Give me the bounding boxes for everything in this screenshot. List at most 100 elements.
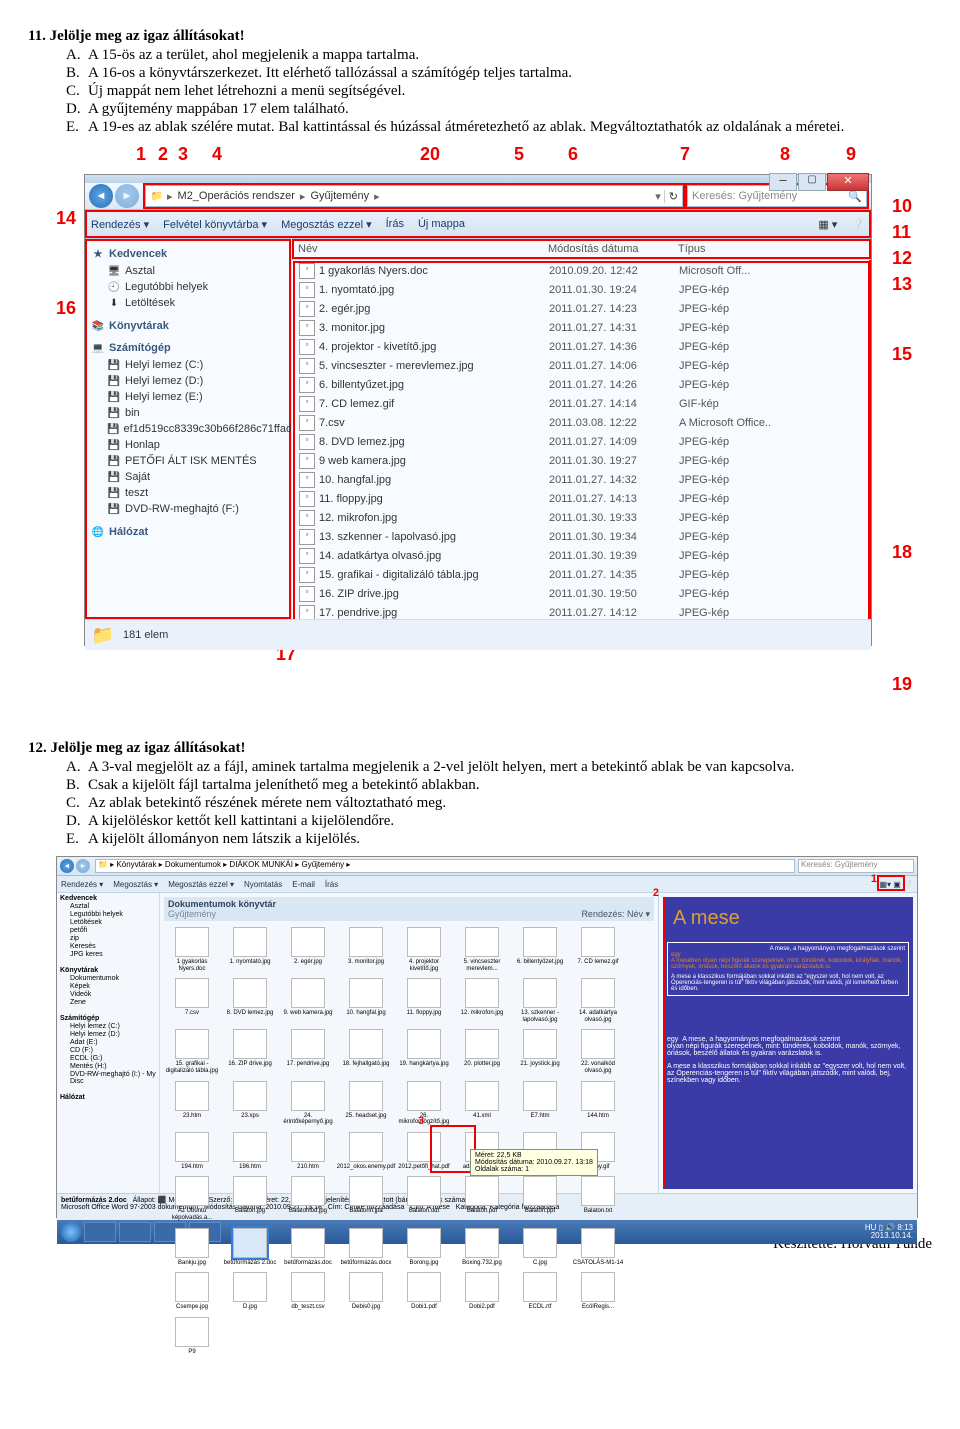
side-item[interactable]: Letöltések xyxy=(60,919,156,927)
file-icon[interactable]: D.jpg xyxy=(222,1272,278,1311)
side-item[interactable]: Képek xyxy=(60,983,156,991)
side-item[interactable]: Kedvencek xyxy=(60,895,156,903)
file-icon[interactable]: 14. adatkártya olvasó.jpg xyxy=(570,978,626,1023)
file-icon[interactable]: CSATOLÁS-M1-14 xyxy=(570,1228,626,1267)
back-button[interactable]: ◄ xyxy=(89,184,113,208)
side-item[interactable]: 💾ef1d519cc8339c30b66f286c71ffadd4 xyxy=(91,421,285,437)
column-headers[interactable]: Név Módosítás dátuma Típus xyxy=(292,239,871,260)
file-icon[interactable]: Boxing.732.jpg xyxy=(454,1228,510,1267)
file-icon[interactable]: Borong.jpg xyxy=(396,1228,452,1267)
cmd-burn[interactable]: Írás xyxy=(386,218,404,230)
file-icon[interactable]: E7.htm xyxy=(512,1081,568,1126)
side-desktop[interactable]: 🖥Asztal xyxy=(91,263,285,279)
address-bar[interactable]: 📁 ▸ M2_Operációs rendszer▸ Gyűjtemény▸ ▾… xyxy=(145,185,683,207)
file-icon[interactable]: 16. ZIP drive.jpg xyxy=(222,1029,278,1074)
file-icon[interactable]: 13. szkenner - lapolvasó.jpg xyxy=(512,978,568,1023)
back-button[interactable]: ◄ xyxy=(60,859,74,873)
file-icon[interactable]: 196.htm xyxy=(222,1132,278,1171)
side-item[interactable]: zip xyxy=(60,935,156,943)
file-icon[interactable]: Bankju.jpg xyxy=(164,1228,220,1267)
side-item[interactable]: 💾Helyi lemez (C:) xyxy=(91,357,285,373)
file-icon[interactable]: 194.htm xyxy=(164,1132,220,1171)
file-row[interactable]: ▫16. ZIP drive.jpg2011.01.30. 19:50JPEG-… xyxy=(293,584,870,603)
file-icon[interactable]: 9. web kamera.jpg xyxy=(280,978,336,1023)
file-row[interactable]: ▫3. monitor.jpg2011.01.27. 14:31JPEG-kép xyxy=(293,318,870,337)
file-icon[interactable]: Balaton.pdf xyxy=(454,1176,510,1221)
file-icon[interactable]: 5. vincseszter merevlem... xyxy=(454,927,510,972)
file-icon[interactable]: Balaton.txt xyxy=(570,1176,626,1221)
forward-button[interactable]: ► xyxy=(115,184,139,208)
side-item[interactable]: Videók xyxy=(60,991,156,999)
file-row[interactable]: ▫14. adatkártya olvasó.jpg2011.01.30. 19… xyxy=(293,546,870,565)
file-icon[interactable]: 15. grafikai - digitalizáló tábla.jpg xyxy=(164,1029,220,1074)
file-icon[interactable]: 2. egér.jpg xyxy=(280,927,336,972)
file-icon[interactable]: 22. vonalkód olvasó.jpg xyxy=(570,1029,626,1074)
file-icon[interactable]: Csempe.jpg xyxy=(164,1272,220,1311)
minimize-button[interactable]: – xyxy=(769,173,797,191)
file-icon[interactable]: 7.csv xyxy=(164,978,220,1023)
file-icon[interactable]: 19. hangkártya.jpg xyxy=(396,1029,452,1074)
task-item[interactable] xyxy=(119,1222,151,1242)
side-item[interactable]: Helyi lemez (C:) xyxy=(60,1023,156,1031)
side-item[interactable] xyxy=(60,959,156,967)
file-row[interactable]: ▫9 web kamera.jpg2011.01.30. 19:27JPEG-k… xyxy=(293,451,870,470)
file-icon[interactable]: 4. projektor kivetítő.jpg xyxy=(396,927,452,972)
file-row[interactable]: ▫10. hangfal.jpg2011.01.27. 14:32JPEG-ké… xyxy=(293,470,870,489)
side-item[interactable]: 💾Helyi lemez (E:) xyxy=(91,389,285,405)
file-icon[interactable]: 1. nyomtató.jpg xyxy=(222,927,278,972)
file-icon[interactable]: 8. DVD lemez.jpg xyxy=(222,978,278,1023)
file-icon[interactable]: 210.htm xyxy=(280,1132,336,1171)
file-row[interactable]: ▫2. egér.jpg2011.01.27. 14:23JPEG-kép xyxy=(293,299,870,318)
file-icon[interactable]: betűformázás 2.doc xyxy=(222,1228,278,1267)
icon-view-pane[interactable]: Dokumentumok könyvtárGyűjtemény Rendezés… xyxy=(160,893,658,1193)
file-icon[interactable]: Debis0.jpg xyxy=(338,1272,394,1311)
side-item[interactable]: Hálózat xyxy=(60,1094,156,1102)
side-item[interactable]: CD (F:) xyxy=(60,1047,156,1055)
file-icon[interactable]: 20. plotter.jpg xyxy=(454,1029,510,1074)
cmd[interactable]: Megosztás ▾ xyxy=(113,880,158,889)
side-item[interactable]: 💾Honlap xyxy=(91,437,285,453)
file-icon[interactable]: 24. érintőképernyő.jpg xyxy=(280,1081,336,1126)
side-item[interactable]: petőfi xyxy=(60,927,156,935)
file-icon[interactable]: ECDL.rtf xyxy=(512,1272,568,1311)
file-icon[interactable]: C.jpg xyxy=(512,1228,568,1267)
side-item[interactable]: Könyvtárak xyxy=(60,967,156,975)
side-item[interactable]: Asztal xyxy=(60,903,156,911)
cmd[interactable]: Megosztás ezzel ▾ xyxy=(168,880,234,889)
side-item[interactable]: 💾DVD-RW-meghajtó (F:) xyxy=(91,501,285,517)
help-icon[interactable]: ❔ xyxy=(851,218,865,231)
side-item[interactable]: Keresés xyxy=(60,943,156,951)
file-icon[interactable]: Dobi1.pdf xyxy=(396,1272,452,1311)
start-orb[interactable] xyxy=(61,1222,81,1242)
search-box-2[interactable]: Keresés: Gyűjtemény xyxy=(798,859,914,873)
file-list[interactable]: ▫1 gyakorlás Nyers.doc2010.09.20. 12:42M… xyxy=(293,261,870,619)
view-icon[interactable]: ▦ ▾ xyxy=(818,218,837,231)
side-item[interactable]: Adat (E:) xyxy=(60,1039,156,1047)
file-icon[interactable]: 144.htm xyxy=(570,1081,626,1126)
file-icon[interactable]: 12. mikrofon.jpg xyxy=(454,978,510,1023)
file-icon[interactable]: Dobi2.pdf xyxy=(454,1272,510,1311)
file-row[interactable]: ▫1. nyomtató.jpg2011.01.30. 19:24JPEG-ké… xyxy=(293,280,870,299)
file-icon[interactable]: betűformázás.doc xyxy=(280,1228,336,1267)
file-icon[interactable]: betűformázás.docx xyxy=(338,1228,394,1267)
file-icon[interactable]: 41.xml xyxy=(454,1081,510,1126)
file-icon[interactable]: Balatonlöd.jpg xyxy=(280,1176,336,1221)
nav-pane[interactable]: ★Kedvencek 🖥Asztal 🕘Legutóbbi helyek ⬇Le… xyxy=(85,239,292,619)
file-icon[interactable]: Balaton.jpg xyxy=(222,1176,278,1221)
side-item[interactable]: 💾bin xyxy=(91,405,285,421)
close-button[interactable]: ✕ xyxy=(827,173,869,191)
cmd-share[interactable]: Megosztás ezzel ▾ xyxy=(281,218,372,231)
file-icon[interactable]: 6. billentyűzet.jpg xyxy=(512,927,568,972)
task-item[interactable] xyxy=(84,1222,116,1242)
side-item[interactable]: ECDL (G:) xyxy=(60,1055,156,1063)
side-item[interactable]: DVD-RW-meghajtó (I:) - My Disc xyxy=(60,1071,156,1086)
side-item[interactable]: Dokumentumok xyxy=(60,975,156,983)
cmd[interactable]: Nyomtatás xyxy=(244,880,282,889)
refresh-icon[interactable]: ↻ xyxy=(664,190,678,203)
file-row[interactable]: ▫12. mikrofon.jpg2011.01.30. 19:33JPEG-k… xyxy=(293,508,870,527)
file-icon[interactable]: 3. monitor.jpg xyxy=(338,927,394,972)
file-icon[interactable]: 21. joystick.jpg xyxy=(512,1029,568,1074)
file-row[interactable]: ▫7. CD lemez.gif2011.01.27. 14:14GIF-kép xyxy=(293,394,870,413)
side-downloads[interactable]: ⬇Letöltések xyxy=(91,295,285,311)
file-row[interactable]: ▫8. DVD lemez.jpg2011.01.27. 14:09JPEG-k… xyxy=(293,432,870,451)
